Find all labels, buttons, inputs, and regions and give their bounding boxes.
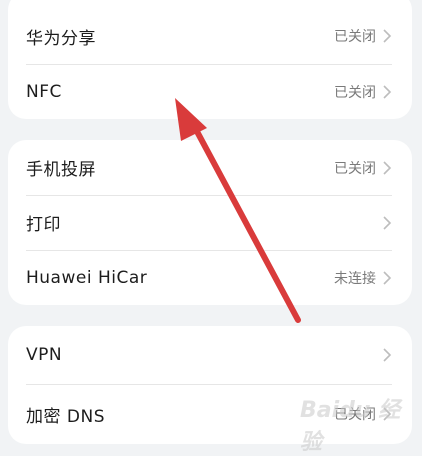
row-status: 已关闭 <box>334 29 376 45</box>
row-label: 打印 <box>26 215 61 235</box>
row-label: 手机投屏 <box>26 160 96 180</box>
chevron-right-icon <box>383 348 392 362</box>
settings-group-projection: 手机投屏 已关闭 打印 Huawei HiCar 未连接 <box>8 140 412 305</box>
settings-row-print[interactable]: 打印 <box>8 195 412 250</box>
row-status: 已关闭 <box>334 84 376 101</box>
row-status: 未连接 <box>334 270 376 287</box>
chevron-right-icon <box>383 160 392 175</box>
row-status: 已关闭 <box>334 407 376 423</box>
chevron-right-icon <box>383 29 392 43</box>
settings-row-encrypted-dns[interactable]: 加密 DNS 已关闭 <box>8 384 412 444</box>
row-label: VPN <box>26 345 63 365</box>
chevron-right-icon <box>383 215 392 230</box>
chevron-right-icon <box>383 407 392 421</box>
row-status: 已关闭 <box>334 160 376 177</box>
settings-row-nfc[interactable]: NFC 已关闭 <box>8 64 412 119</box>
chevron-right-icon <box>383 84 392 99</box>
row-label: 加密 DNS <box>26 406 106 427</box>
chevron-right-icon <box>383 270 392 285</box>
settings-group-sharing: 华为分享 已关闭 NFC 已关闭 <box>8 0 412 119</box>
settings-group-network: VPN 加密 DNS 已关闭 <box>8 326 412 444</box>
row-label: NFC <box>26 81 62 102</box>
settings-row-vpn[interactable]: VPN <box>8 326 412 384</box>
row-label: Huawei HiCar <box>26 267 148 288</box>
settings-row-huawei-share[interactable]: 华为分享 已关闭 <box>8 0 412 64</box>
settings-row-hicar[interactable]: Huawei HiCar 未连接 <box>8 250 412 305</box>
row-label: 华为分享 <box>26 28 96 49</box>
settings-row-screen-projection[interactable]: 手机投屏 已关闭 <box>8 140 412 195</box>
